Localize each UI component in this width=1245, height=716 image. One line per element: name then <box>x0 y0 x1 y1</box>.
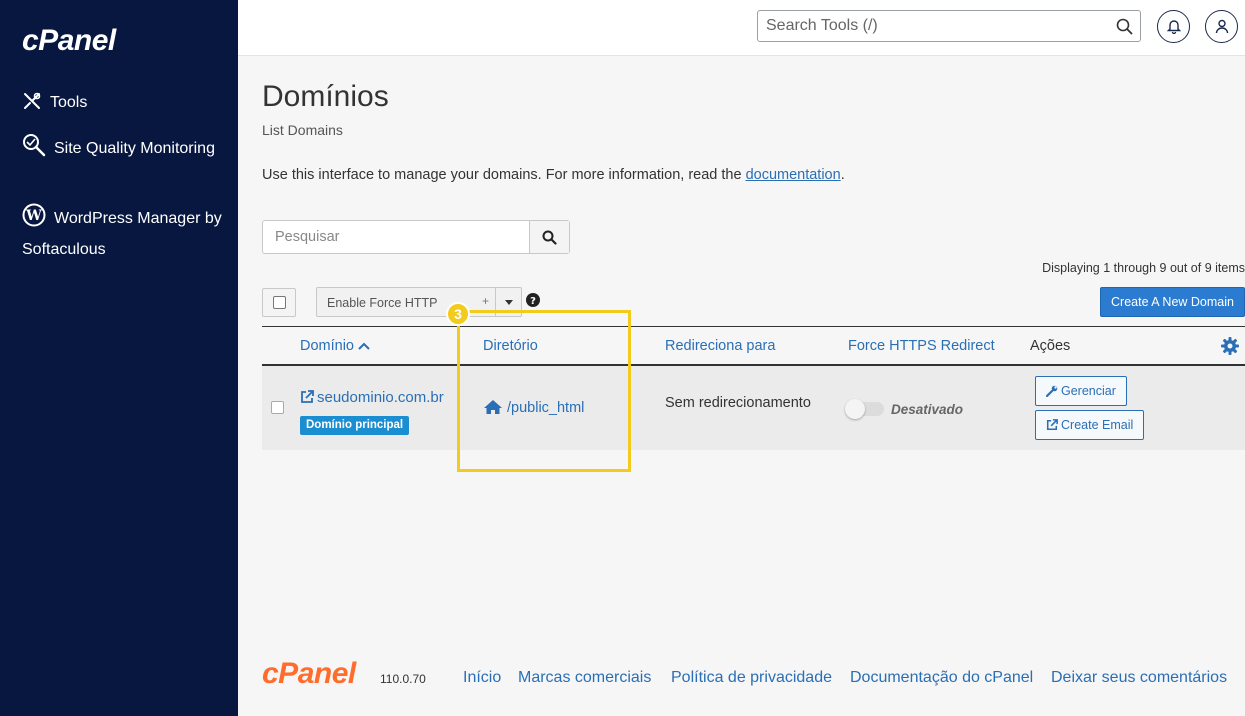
documentation-link[interactable]: documentation <box>746 167 841 183</box>
force-https-status: Desativado <box>891 402 964 417</box>
column-redirect[interactable]: Redireciona para <box>665 338 775 354</box>
primary-domain-badge: Domínio principal <box>300 416 410 435</box>
domains-table-header: Domínio Diretório Redireciona para Force… <box>262 326 1245 366</box>
sidebar: cPanel Tools Site Quality Monitoring W Wo… <box>0 0 238 716</box>
sort-asc-icon <box>358 342 370 350</box>
sidebar-item-wordpress[interactable]: W WordPress Manager by Softaculous <box>22 203 222 265</box>
row-checkbox[interactable] <box>271 401 284 414</box>
site-quality-icon <box>23 134 46 157</box>
footer-link-feedback[interactable]: Deixar seus comentários <box>1051 669 1227 687</box>
column-domain[interactable]: Domínio <box>300 338 370 354</box>
bulk-action-plus: + <box>482 294 490 308</box>
bell-icon <box>1166 20 1181 34</box>
select-all-checkbox[interactable] <box>262 288 296 317</box>
sidebar-item-label: WordPress Manager by Softaculous <box>22 210 222 258</box>
create-email-button[interactable]: Create Email <box>1035 410 1145 440</box>
version-number: 110.0.70 <box>380 672 426 686</box>
filter-box <box>262 220 570 254</box>
notifications-button[interactable] <box>1157 10 1190 43</box>
caret-down-icon <box>504 299 513 305</box>
user-icon <box>1215 19 1228 34</box>
external-link-icon <box>301 390 314 403</box>
pagination-summary: Displaying 1 through 9 out of 9 items <box>1042 261 1245 275</box>
sidebar-item-site-quality[interactable]: Site Quality Monitoring <box>22 133 222 164</box>
column-actions: Ações <box>1030 338 1071 354</box>
highlight-box <box>457 310 631 472</box>
search-icon[interactable] <box>1116 18 1133 35</box>
wrench-icon <box>1045 385 1058 398</box>
tools-icon <box>24 92 41 109</box>
external-link-icon <box>1046 419 1058 431</box>
intro-text: Use this interface to manage your domain… <box>262 167 845 183</box>
top-header <box>238 0 1245 56</box>
sidebar-item-tools[interactable]: Tools <box>22 87 222 118</box>
manage-button[interactable]: Gerenciar <box>1035 376 1127 406</box>
help-icon[interactable]: ? <box>526 293 540 307</box>
sidebar-item-label: Tools <box>50 94 88 111</box>
page-subtitle: List Domains <box>262 122 343 138</box>
footer-link-documentation[interactable]: Documentação do cPanel <box>850 669 1033 687</box>
redirect-value: Sem redirecionamento <box>665 395 811 411</box>
page-title: Domínios <box>262 80 389 113</box>
svg-text:?: ? <box>530 296 536 307</box>
filter-search-button[interactable] <box>529 221 569 253</box>
footer-link-home[interactable]: Início <box>463 669 501 687</box>
cpanel-logo[interactable]: cPanel <box>22 24 116 58</box>
bulk-action-label: Enable Force HTTP <box>327 296 438 310</box>
wordpress-icon: W <box>22 203 46 227</box>
table-row: seudominio.com.br Domínio principal /pub… <box>262 366 1245 450</box>
svg-text:W: W <box>25 208 42 224</box>
footer-link-privacy[interactable]: Política de privacidade <box>671 669 832 687</box>
force-https-toggle[interactable] <box>845 399 884 419</box>
domain-link[interactable]: seudominio.com.br <box>300 389 444 406</box>
filter-input[interactable] <box>263 221 529 253</box>
user-menu-button[interactable] <box>1205 10 1238 43</box>
footer-link-trademarks[interactable]: Marcas comerciais <box>518 669 651 687</box>
search-tools-input[interactable] <box>766 12 1106 40</box>
column-force-https[interactable]: Force HTTPS Redirect <box>848 338 995 354</box>
search-tools-box <box>757 10 1141 42</box>
gear-icon[interactable] <box>1221 337 1239 355</box>
step-number-badge: 3 <box>446 302 470 326</box>
search-icon <box>542 230 557 245</box>
sidebar-item-label: Site Quality Monitoring <box>54 140 215 157</box>
footer-cpanel-logo[interactable]: cPanel <box>262 657 356 691</box>
create-new-domain-button[interactable]: Create A New Domain <box>1100 287 1245 317</box>
